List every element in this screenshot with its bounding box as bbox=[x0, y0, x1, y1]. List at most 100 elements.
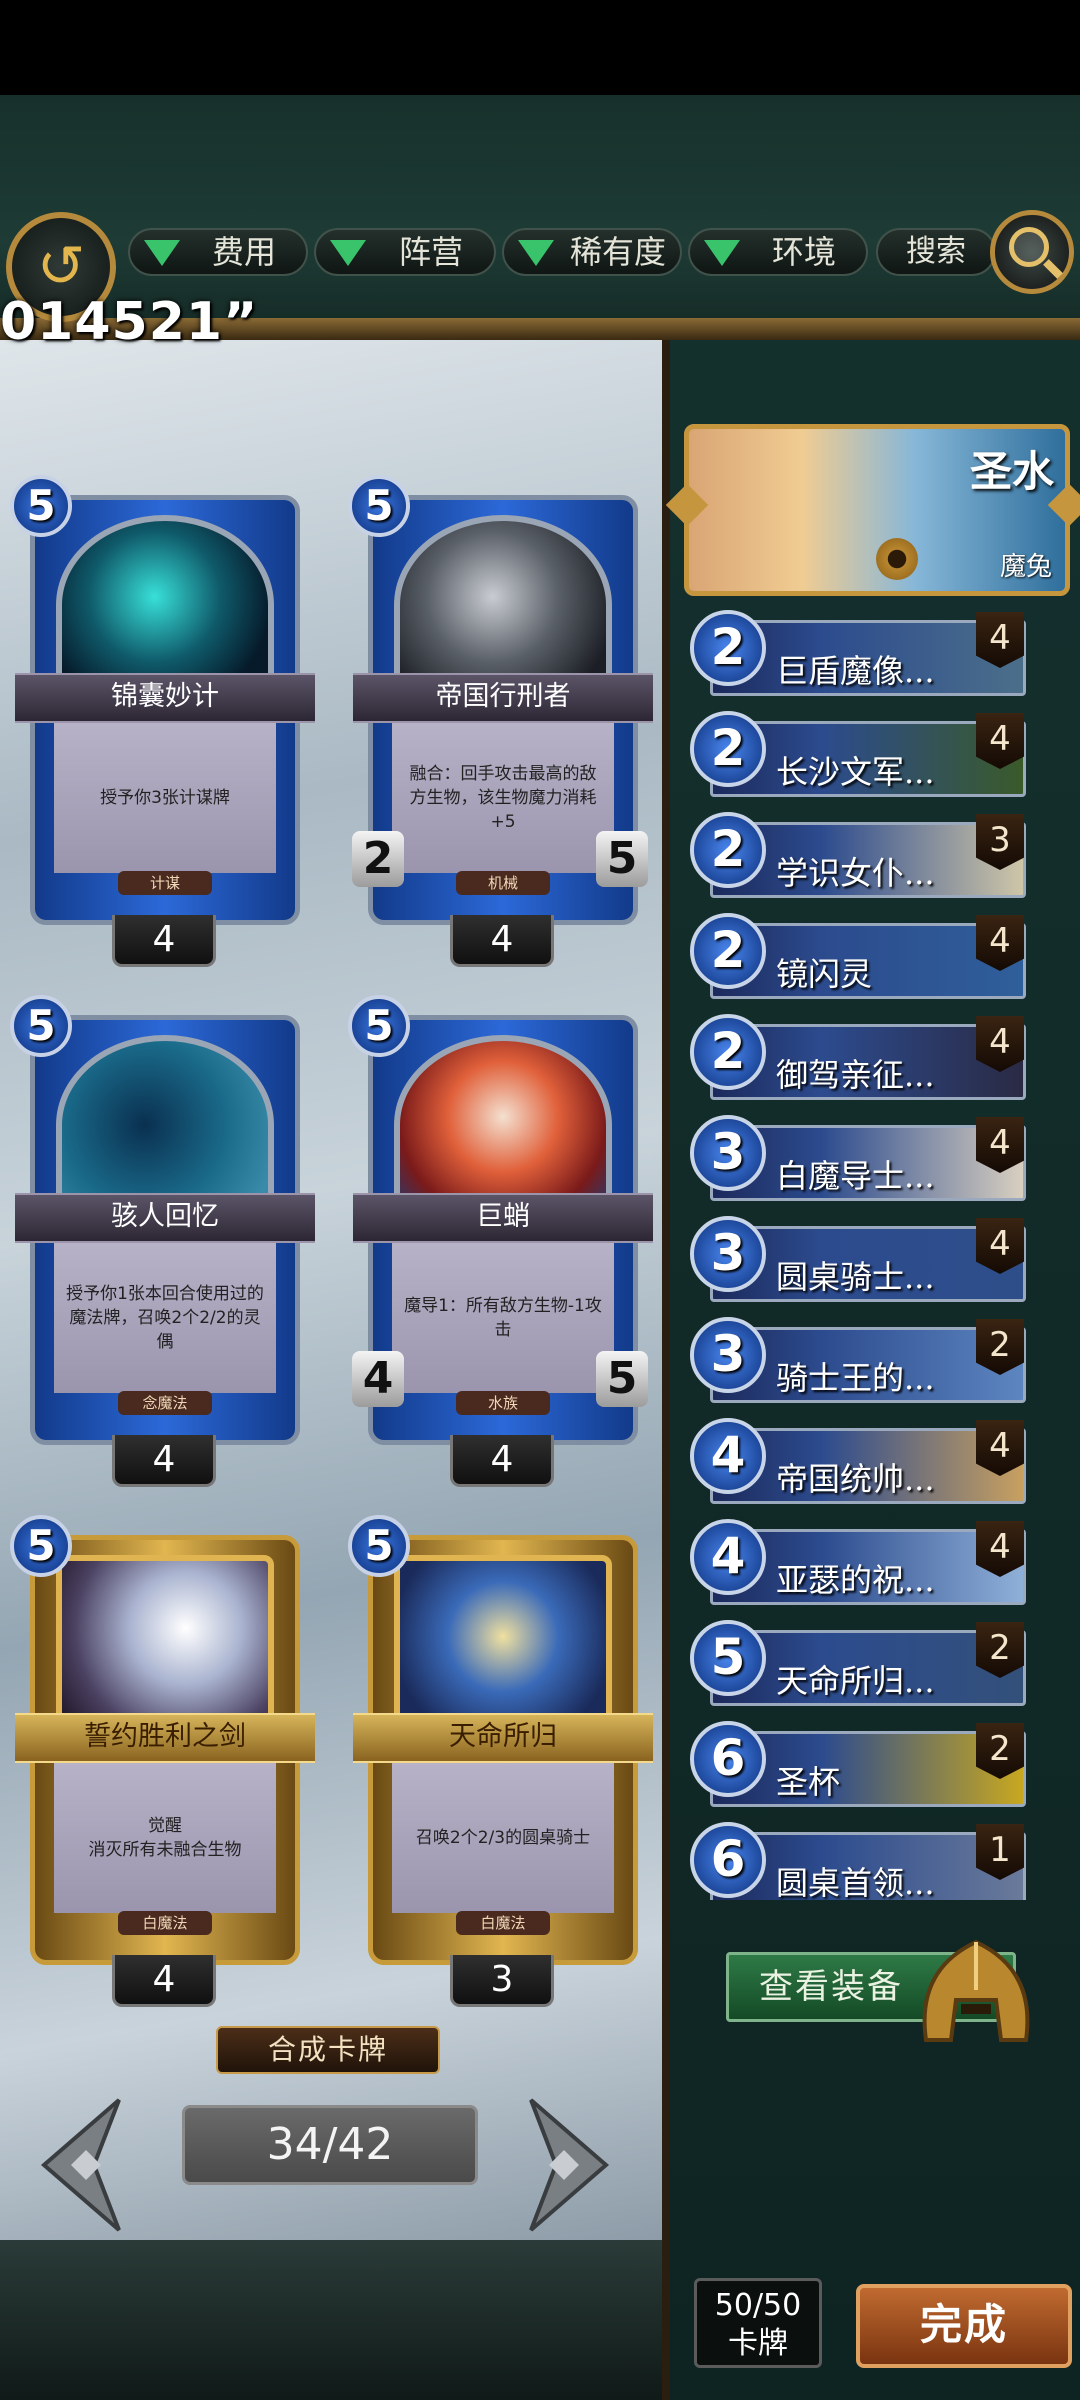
card-item[interactable]: 骇人回忆 授予你1张本回合使用过的魔法牌，召唤2个2/2的灵偶 念魔法 5 4 bbox=[10, 995, 315, 1487]
card-art bbox=[394, 1555, 612, 1735]
card-description: 融合：回手攻击最高的敌方生物，该生物魔力消耗+5 bbox=[392, 723, 614, 873]
deck-card-name: 巨盾魔像... bbox=[776, 652, 935, 690]
deck-card-row[interactable]: 2 长沙文军... 4 bbox=[690, 711, 1032, 803]
card-count: 4 bbox=[450, 915, 554, 967]
deck-card-name: 镜闪灵 bbox=[776, 955, 873, 993]
filter-label: 环境 bbox=[771, 233, 836, 271]
previous-page-button[interactable] bbox=[34, 2090, 124, 2240]
deck-card-cost: 2 bbox=[690, 610, 766, 686]
deck-card-name: 白魔导士... bbox=[776, 1157, 935, 1195]
card-name: 巨蛸 bbox=[353, 1193, 653, 1243]
deck-card-cost: 4 bbox=[690, 1519, 766, 1595]
card-count: 4 bbox=[112, 1955, 216, 2007]
dropdown-triangle-icon bbox=[330, 240, 366, 266]
card-cost: 5 bbox=[348, 475, 410, 537]
card-count: 4 bbox=[450, 1435, 554, 1487]
card-art bbox=[394, 515, 612, 695]
bottom-left-panel bbox=[0, 2240, 662, 2400]
deck-card-name: 亚瑟的祝... bbox=[776, 1561, 935, 1599]
helmet-icon bbox=[906, 1930, 1046, 2050]
filter-environment[interactable]: 环境 bbox=[688, 228, 868, 276]
deck-card-row[interactable]: 4 帝国统帅... 4 bbox=[690, 1418, 1032, 1510]
filter-label: 费用 bbox=[211, 233, 276, 271]
deck-card-row[interactable]: 2 巨盾魔像... 4 bbox=[690, 610, 1032, 702]
deck-count-value: 50/50 bbox=[714, 2288, 802, 2323]
card-count: 3 bbox=[450, 1955, 554, 2007]
dropdown-triangle-icon bbox=[518, 240, 554, 266]
deck-card-name: 长沙文军... bbox=[776, 753, 935, 791]
hero-name: 圣水 bbox=[969, 447, 1054, 496]
card-count: 4 bbox=[112, 1435, 216, 1487]
gear-icon[interactable] bbox=[876, 538, 918, 580]
card-type: 水族 bbox=[456, 1391, 550, 1415]
deck-card-row[interactable]: 3 白魔导士... 4 bbox=[690, 1115, 1032, 1207]
deck-card-name: 天命所归... bbox=[776, 1662, 935, 1700]
filter-cost[interactable]: 费用 bbox=[128, 228, 308, 276]
page-indicator: 34/42 bbox=[182, 2105, 478, 2185]
card-item[interactable]: 帝国行刑者 融合：回手攻击最高的敌方生物，该生物魔力消耗+5 机械 5 2 5 … bbox=[348, 475, 653, 967]
synthesize-card-button[interactable]: 合成卡牌 bbox=[216, 2026, 440, 2074]
deck-card-row[interactable]: 2 学识女仆... 3 bbox=[690, 812, 1032, 904]
deck-card-row[interactable]: 5 天命所归... 2 bbox=[690, 1620, 1032, 1712]
deck-card-row[interactable]: 2 镜闪灵 4 bbox=[690, 913, 1032, 1005]
next-page-button[interactable] bbox=[526, 2090, 616, 2240]
card-art bbox=[56, 1555, 274, 1735]
card-health: 5 bbox=[596, 831, 648, 887]
card-description: 召唤2个2/3的圆桌骑士 bbox=[392, 1763, 614, 1913]
search-input[interactable]: 搜索 bbox=[876, 228, 996, 276]
card-cost: 5 bbox=[348, 1515, 410, 1577]
card-description: 觉醒 消灭所有未融合生物 bbox=[54, 1763, 276, 1913]
card-type: 计谋 bbox=[118, 871, 212, 895]
deck-card-row[interactable]: 4 亚瑟的祝... 4 bbox=[690, 1519, 1032, 1611]
card-attack: 4 bbox=[352, 1351, 404, 1407]
card-cost: 5 bbox=[10, 475, 72, 537]
deck-card-count: 50/50 卡牌 bbox=[694, 2278, 822, 2368]
card-item[interactable]: 天命所归 召唤2个2/3的圆桌骑士 白魔法 5 3 bbox=[348, 1515, 653, 2007]
card-item[interactable]: 锦囊妙计 授予你3张计谋牌 计谋 5 4 bbox=[10, 475, 315, 967]
search-button[interactable] bbox=[990, 210, 1074, 294]
deck-card-row[interactable]: 6 圆桌首领... 1 bbox=[690, 1822, 1032, 1900]
card-item[interactable]: 巨蛸 魔导1：所有敌方生物-1攻击 水族 5 4 5 4 bbox=[348, 995, 653, 1487]
card-type: 白魔法 bbox=[118, 1911, 212, 1935]
card-art bbox=[56, 515, 274, 695]
card-description: 授予你1张本回合使用过的魔法牌，召唤2个2/2的灵偶 bbox=[54, 1243, 276, 1393]
deck-card-cost: 2 bbox=[690, 812, 766, 888]
back-arrow-icon: ↺ bbox=[36, 232, 86, 300]
deck-card-cost: 6 bbox=[690, 1822, 766, 1898]
deck-card-cost: 2 bbox=[690, 711, 766, 787]
deck-card-row[interactable]: 3 骑士王的... 2 bbox=[690, 1317, 1032, 1409]
card-cost: 5 bbox=[10, 995, 72, 1057]
deck-card-cost: 3 bbox=[690, 1216, 766, 1292]
deck-card-cost: 2 bbox=[690, 1014, 766, 1090]
hero-subtitle: 魔兔 bbox=[999, 552, 1052, 582]
card-cost: 5 bbox=[10, 1515, 72, 1577]
filter-rarity[interactable]: 稀有度 bbox=[502, 228, 682, 276]
card-item[interactable]: 誓约胜利之剑 觉醒 消灭所有未融合生物 白魔法 5 4 bbox=[10, 1515, 315, 2007]
chevron-left-icon bbox=[40, 2098, 121, 2232]
magnifier-icon bbox=[1009, 227, 1049, 267]
deck-card-row[interactable]: 2 御驾亲征... 4 bbox=[690, 1014, 1032, 1106]
card-count: 4 bbox=[112, 915, 216, 967]
done-button[interactable]: 完成 bbox=[856, 2284, 1072, 2368]
card-name: 锦囊妙计 bbox=[15, 673, 315, 723]
card-description: 授予你3张计谋牌 bbox=[54, 723, 276, 873]
deck-list[interactable]: 2 巨盾魔像... 4 2 长沙文军... 4 2 学识女仆... 3 2 镜闪灵 4 2 御驾亲征...… bbox=[690, 610, 1060, 1900]
card-description: 魔导1：所有敌方生物-1攻击 bbox=[392, 1243, 614, 1393]
overlay-text: 014521” bbox=[0, 292, 259, 352]
deck-card-row[interactable]: 3 圆桌骑士... 4 bbox=[690, 1216, 1032, 1308]
dropdown-triangle-icon bbox=[704, 240, 740, 266]
magnifier-handle bbox=[1043, 259, 1063, 279]
deck-card-name: 骑士王的... bbox=[776, 1359, 935, 1397]
hero-portrait[interactable]: 圣水 魔兔 bbox=[665, 420, 1080, 600]
deck-card-name: 圣杯 bbox=[776, 1763, 841, 1801]
card-attack: 2 bbox=[352, 831, 404, 887]
card-art bbox=[56, 1035, 274, 1215]
deck-card-cost: 6 bbox=[690, 1721, 766, 1797]
deck-card-row[interactable]: 6 圣杯 2 bbox=[690, 1721, 1032, 1813]
deck-card-name: 圆桌骑士... bbox=[776, 1258, 935, 1296]
deck-card-cost: 3 bbox=[690, 1317, 766, 1393]
filter-faction[interactable]: 阵营 bbox=[314, 228, 496, 276]
card-name: 骇人回忆 bbox=[15, 1193, 315, 1243]
card-name: 帝国行刑者 bbox=[353, 673, 653, 723]
deck-card-name: 御驾亲征... bbox=[776, 1056, 935, 1094]
